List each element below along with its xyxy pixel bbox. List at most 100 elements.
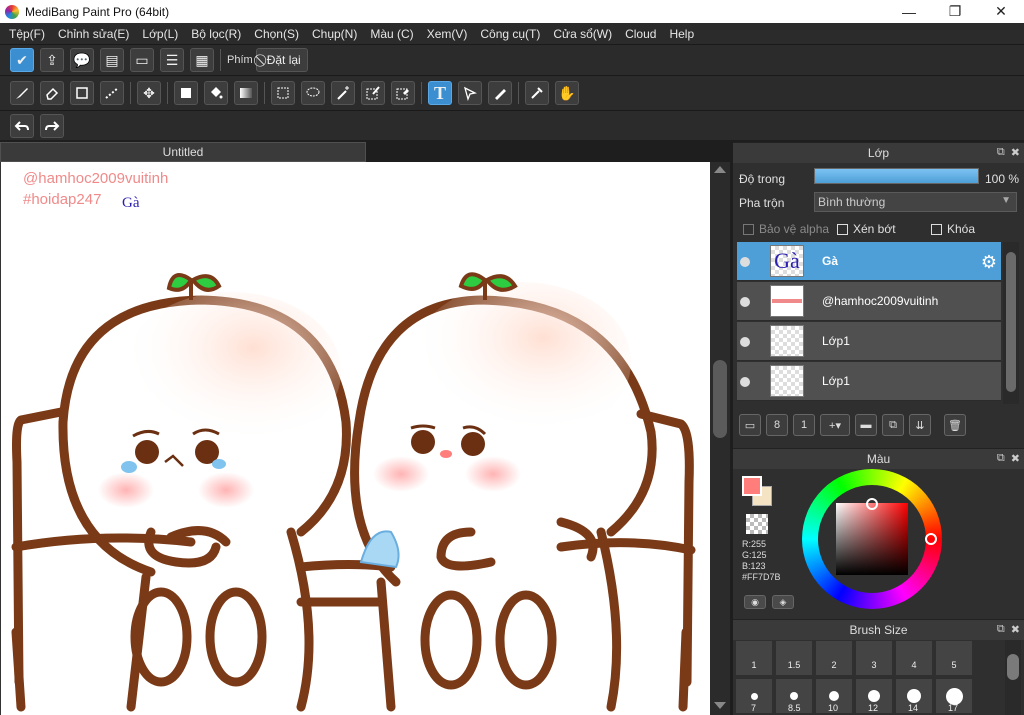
comment-icon[interactable]: ▤ — [100, 48, 124, 72]
magic-wand-icon[interactable] — [331, 81, 355, 105]
menu-cloud[interactable]: Cloud — [620, 27, 661, 41]
layer-list-scrollbar[interactable] — [1003, 242, 1019, 404]
layer-row[interactable]: Lớp1 — [737, 322, 1001, 361]
menu-tools[interactable]: Công cụ(T) — [475, 27, 545, 41]
palette-icon[interactable]: ◉ — [744, 595, 766, 609]
hand-icon[interactable]: ✋ — [555, 81, 579, 105]
eraser-icon[interactable] — [40, 81, 64, 105]
menu-file[interactable]: Tệp(F) — [4, 27, 50, 41]
sv-picker-ring[interactable] — [866, 498, 878, 510]
drawing-canvas[interactable]: @hamhoc2009vuitinh #hoidap247 Gà — [0, 162, 710, 715]
layer-list-icon[interactable]: ☰ — [160, 48, 184, 72]
new-8bit-layer-icon[interactable]: 8 — [766, 414, 788, 436]
merge-down-icon[interactable]: ⇊ — [909, 414, 931, 436]
brush-size-cell[interactable]: 5 — [935, 640, 973, 676]
menu-layer[interactable]: Lớp(L) — [137, 27, 183, 41]
scrollbar-thumb[interactable] — [1007, 654, 1019, 680]
text-icon[interactable]: T — [428, 81, 452, 105]
folder-icon[interactable]: ▬ — [855, 414, 877, 436]
panel-close-icon[interactable]: ✖ — [1011, 623, 1020, 636]
saturation-value-square[interactable] — [836, 503, 908, 575]
red-value: R:255 — [742, 539, 767, 549]
panel-close-icon[interactable]: ✖ — [1011, 452, 1020, 465]
canvas-vertical-scrollbar[interactable] — [710, 162, 730, 715]
gear-icon[interactable]: ⚙ — [981, 252, 997, 273]
select-pen-icon[interactable] — [361, 81, 385, 105]
brush-icon[interactable] — [10, 81, 34, 105]
new-1bit-layer-icon[interactable]: 1 — [793, 414, 815, 436]
grid-edit-icon[interactable]: ▦ — [190, 48, 214, 72]
minimize-button[interactable]: — — [886, 0, 932, 23]
scroll-up-arrow-icon[interactable] — [714, 166, 726, 173]
transparent-color-swatch[interactable] — [746, 514, 768, 534]
brush-size-cell[interactable]: 2 — [815, 640, 853, 676]
rectangle-icon[interactable] — [70, 81, 94, 105]
undo-icon[interactable] — [10, 113, 34, 138]
hue-picker-ring[interactable] — [925, 533, 937, 545]
color-swap-icon[interactable]: ◈ — [772, 595, 794, 609]
operation-icon[interactable] — [458, 81, 482, 105]
dot-line-icon[interactable] — [100, 81, 124, 105]
brush-size-cell[interactable]: 1.5 — [775, 640, 813, 676]
move-icon[interactable]: ✥ — [137, 81, 161, 105]
blur-pen-icon[interactable] — [488, 81, 512, 105]
blend-mode-select[interactable]: Bình thường ▼ — [814, 192, 1017, 212]
select-eraser-icon[interactable] — [391, 81, 415, 105]
gradient-icon[interactable] — [234, 81, 258, 105]
add-layer-menu-icon[interactable]: +▾ — [820, 414, 850, 436]
hex-value: #FF7D7B — [742, 572, 781, 582]
duplicate-layer-icon[interactable]: ⧉ — [882, 414, 904, 436]
alpha-protect-checkbox[interactable]: Bảo vệ alpha — [743, 222, 829, 236]
layer-row[interactable]: Gà Gà ⚙ — [737, 242, 1001, 281]
trash-icon[interactable]: 🗑 — [944, 414, 966, 436]
reset-button[interactable]: ⃠ Đặt lại — [255, 48, 308, 72]
menu-edit[interactable]: Chỉnh sửa(E) — [53, 27, 134, 41]
eyedropper-icon[interactable] — [525, 81, 549, 105]
undock-icon[interactable]: ⧉ — [997, 623, 1005, 636]
close-button[interactable]: ✕ — [978, 0, 1024, 23]
layer-row[interactable]: @hamhoc2009vuitinh — [737, 282, 1001, 321]
check-icon[interactable]: ✔ — [10, 48, 34, 72]
menu-select[interactable]: Chọn(S) — [249, 27, 304, 41]
undock-icon[interactable]: ⧉ — [997, 452, 1005, 465]
layer-row[interactable]: Lớp1 — [737, 362, 1001, 401]
opacity-slider[interactable] — [814, 168, 979, 184]
eye-icon[interactable] — [740, 337, 750, 347]
document-tab[interactable]: Untitled — [0, 142, 366, 162]
menu-color[interactable]: Màu (C) — [365, 27, 418, 41]
foreground-color-swatch[interactable] — [742, 476, 762, 496]
brush-size-cell[interactable]: 4 — [895, 640, 933, 676]
scrollbar-thumb[interactable] — [1006, 252, 1016, 392]
export-icon[interactable]: ⇪ — [40, 48, 64, 72]
maximize-button[interactable]: ❐ — [932, 0, 978, 23]
brush-size-cell[interactable]: 1 — [735, 640, 773, 676]
eye-icon[interactable] — [740, 377, 750, 387]
color-wheel[interactable] — [802, 469, 942, 609]
menu-capture[interactable]: Chụp(N) — [307, 27, 362, 41]
new-layer-icon[interactable]: ▭ — [739, 414, 761, 436]
eye-icon[interactable] — [740, 257, 750, 267]
lasso-icon[interactable] — [301, 81, 325, 105]
fill-rectangle-icon[interactable] — [174, 81, 198, 105]
scroll-down-arrow-icon[interactable] — [714, 702, 726, 709]
lock-checkbox[interactable]: Khóa — [931, 222, 975, 236]
menu-filter[interactable]: Bộ lọc(R) — [186, 27, 246, 41]
bucket-icon[interactable] — [204, 81, 228, 105]
eye-icon[interactable] — [740, 297, 750, 307]
speech-bubble-icon[interactable]: 💬 — [70, 48, 94, 72]
brush-size-label: 3 — [871, 660, 877, 670]
select-rect-icon[interactable] — [271, 81, 295, 105]
clip-checkbox[interactable]: Xén bớt — [837, 222, 896, 236]
menu-view[interactable]: Xem(V) — [422, 27, 473, 41]
undock-icon[interactable]: ⧉ — [997, 146, 1005, 159]
brush-size-cell[interactable]: 3 — [855, 640, 893, 676]
brush-size-scrollbar[interactable] — [1005, 640, 1021, 715]
scrollbar-thumb[interactable] — [713, 360, 727, 438]
panel-close-icon[interactable]: ✖ — [1011, 146, 1020, 159]
document-icon[interactable]: ▭ — [130, 48, 154, 72]
redo-icon[interactable] — [40, 113, 64, 138]
checkbox-box — [743, 223, 754, 235]
toolbar-divider — [130, 82, 131, 104]
menu-help[interactable]: Help — [664, 27, 699, 41]
menu-window[interactable]: Cửa sổ(W) — [548, 27, 617, 41]
